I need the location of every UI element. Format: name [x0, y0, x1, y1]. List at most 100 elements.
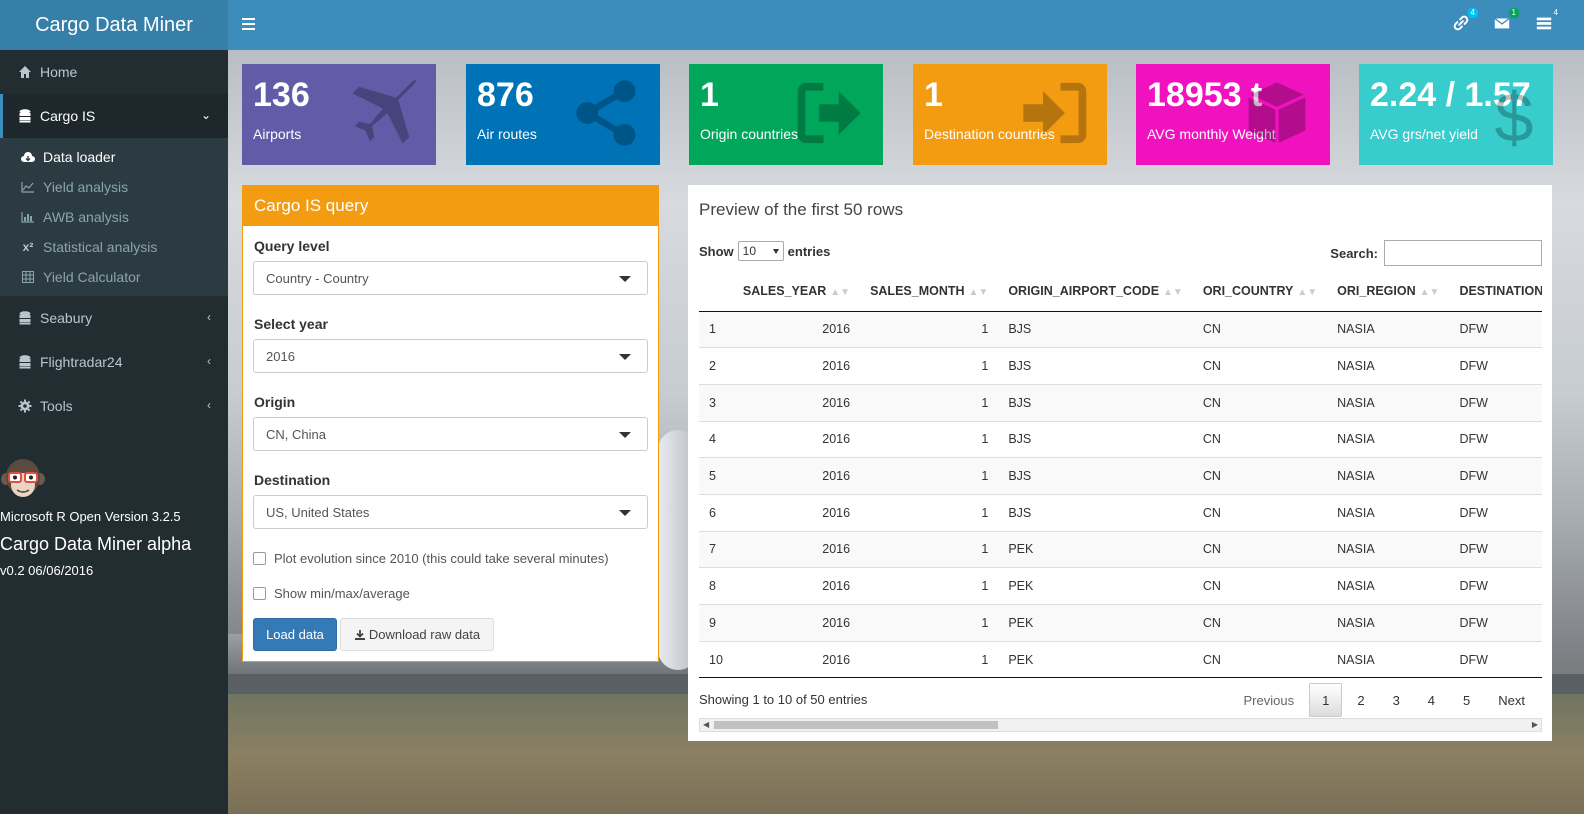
column-header-sales-month[interactable]: SALES_MONTH ▲▼ [860, 271, 999, 312]
horizontal-scrollbar[interactable]: ◀ ▶ [699, 718, 1542, 732]
sidebar-subitem-yield-calculator[interactable]: Yield Calculator [0, 262, 228, 292]
page-length-select[interactable]: 10 [737, 241, 784, 261]
show-min-max-checkbox[interactable]: Show min/max/average [253, 586, 410, 601]
sort-icon: ▲▼ [968, 286, 989, 298]
table-row[interactable]: 6 2016 1 BJS CN NASIA DFW [699, 493, 1542, 532]
page-button-3[interactable]: 3 [1380, 683, 1413, 717]
caret-down-icon [772, 249, 779, 254]
previous-page-button[interactable]: Previous [1231, 683, 1308, 717]
checkbox-box[interactable] [253, 587, 266, 600]
download-raw-data-button[interactable]: Download raw data [340, 618, 494, 651]
table-row[interactable]: 10 2016 1 PEK CN NASIA DFW [699, 640, 1542, 679]
plane-icon [352, 79, 417, 144]
sidebar-toggle-icon[interactable] [242, 15, 258, 35]
sort-icon: ▲▼ [830, 286, 851, 298]
sidebar-subitem-data-loader[interactable]: Data loader [0, 142, 228, 172]
column-header-destination-airport[interactable]: DESTINATION_AIRPOI [1449, 271, 1542, 312]
table-row[interactable]: 9 2016 1 PEK CN NASIA DFW [699, 604, 1542, 642]
query-level-select[interactable]: Country - Country [253, 261, 648, 295]
table-cell: 2016 [732, 567, 861, 605]
table-cell: NASIA [1327, 383, 1450, 422]
table-cell: 2016 [732, 604, 861, 642]
table-row[interactable]: 5 2016 1 BJS CN NASIA DFW [699, 457, 1542, 495]
scrollbar-thumb[interactable] [714, 721, 998, 729]
table-row[interactable]: 7 2016 1 PEK CN NASIA DFW [699, 530, 1542, 568]
page-length-value: 10 [742, 244, 757, 258]
destination-select[interactable]: US, United States [253, 495, 648, 529]
cloud-download-icon [20, 151, 36, 163]
table-cell: 8 [699, 567, 733, 605]
sidebar-item-label: Home [40, 64, 78, 80]
table-cell: 3 [699, 383, 733, 422]
destination-value: US, United States [266, 505, 370, 520]
link-icon[interactable]: 4 [1452, 8, 1478, 36]
sidebar-subitem-statistical-analysis[interactable]: x² Statistical analysis [0, 232, 228, 262]
table-cell: NASIA [1327, 347, 1450, 385]
column-header-origin-airport-code[interactable]: ORIGIN_AIRPORT_CODE ▲▼ [998, 271, 1193, 312]
scroll-left-icon[interactable]: ◀ [703, 720, 709, 729]
app-logo[interactable]: Cargo Data Miner [0, 0, 228, 50]
preview-title: Preview of the first 50 rows [699, 200, 904, 219]
sidebar-item-home[interactable]: Home [0, 50, 228, 94]
sidebar-item-flightradar24[interactable]: Flightradar24 ‹ [0, 340, 228, 384]
sidebar-subitem-yield-analysis[interactable]: Yield analysis [0, 172, 228, 202]
sign-out-icon [797, 82, 861, 144]
select-year-select[interactable]: 2016 [253, 339, 648, 373]
download-label: Download raw data [368, 627, 481, 642]
search-input[interactable] [1384, 240, 1542, 266]
table-row[interactable]: 1 2016 1 BJS CN NASIA DFW [699, 310, 1542, 348]
chevron-left-icon: ‹ [207, 354, 211, 368]
caret-down-icon [619, 276, 631, 282]
info-box-value: 1 [924, 76, 943, 114]
column-header-ori-region[interactable]: ORI_REGION ▲▼ [1327, 271, 1450, 312]
table-cell: DFW [1449, 640, 1542, 679]
entries-label: entries [787, 243, 831, 259]
table-cell: PEK [998, 530, 1193, 568]
page-button-2[interactable]: 2 [1344, 683, 1377, 717]
table-row[interactable]: 2 2016 1 BJS CN NASIA DFW [699, 347, 1542, 385]
scroll-right-icon[interactable]: ▶ [1532, 720, 1538, 729]
plot-evolution-checkbox[interactable]: Plot evolution since 2010 (this could ta… [253, 551, 609, 566]
column-header-index[interactable] [699, 271, 733, 312]
sidebar-item-seabury[interactable]: Seabury ‹ [0, 296, 228, 340]
table-cell: 2016 [732, 493, 861, 532]
table-row[interactable]: 3 2016 1 BJS CN NASIA DFW [699, 383, 1542, 422]
table-cell: BJS [998, 420, 1193, 458]
table-cell: 4 [699, 420, 733, 458]
pagination: Previous 1 2 3 4 5 Next [1229, 683, 1538, 717]
table-scroll-area[interactable]: SALES_YEAR ▲▼ SALES_MONTH ▲▼ ORIGIN_AIRPOR… [699, 271, 1542, 679]
page-button-4[interactable]: 4 [1415, 683, 1448, 717]
calculator-icon [20, 271, 36, 283]
checkbox-box[interactable] [253, 552, 266, 565]
plot-evolution-label: Plot evolution since 2010 (this could ta… [274, 551, 609, 566]
table-row[interactable]: 8 2016 1 PEK CN NASIA DFW [699, 567, 1542, 605]
origin-select[interactable]: CN, China [253, 417, 648, 451]
home-icon [17, 64, 33, 80]
next-page-button[interactable]: Next [1485, 683, 1538, 717]
app-version-text: Cargo Data Miner alpha [0, 534, 192, 554]
caret-down-icon [619, 432, 631, 438]
sidebar-subitem-awb-analysis[interactable]: AWB analysis [0, 202, 228, 232]
info-box-value: 136 [253, 76, 310, 114]
table-cell: CN [1192, 530, 1328, 568]
page-button-5[interactable]: 5 [1450, 683, 1483, 717]
table-cell: BJS [998, 493, 1193, 532]
caret-down-icon [619, 510, 631, 516]
envelope-icon[interactable]: 1 [1493, 8, 1519, 36]
tasks-icon[interactable]: 4 [1535, 8, 1561, 36]
sidebar-item-tools[interactable]: Tools ‹ [0, 384, 228, 428]
page-button-1[interactable]: 1 [1309, 683, 1343, 717]
gear-icon [17, 398, 33, 414]
caret-down-icon [619, 354, 631, 360]
table-cell: DFW [1449, 383, 1542, 422]
table-cell: 2016 [732, 457, 861, 495]
sidebar-item-cargo-is[interactable]: Cargo IS ⌄ [0, 94, 228, 138]
column-header-ori-country[interactable]: ORI_COUNTRY ▲▼ [1192, 271, 1328, 312]
table-cell: 2016 [732, 383, 861, 422]
load-data-button[interactable]: Load data [253, 618, 337, 651]
info-box-label: AVG grs/net yield [1370, 126, 1478, 142]
table-cell: 2016 [732, 420, 861, 458]
table-row[interactable]: 4 2016 1 BJS CN NASIA DFW [699, 420, 1542, 458]
column-header-sales-year[interactable]: SALES_YEAR ▲▼ [732, 271, 861, 312]
sign-in-icon [1023, 82, 1087, 144]
